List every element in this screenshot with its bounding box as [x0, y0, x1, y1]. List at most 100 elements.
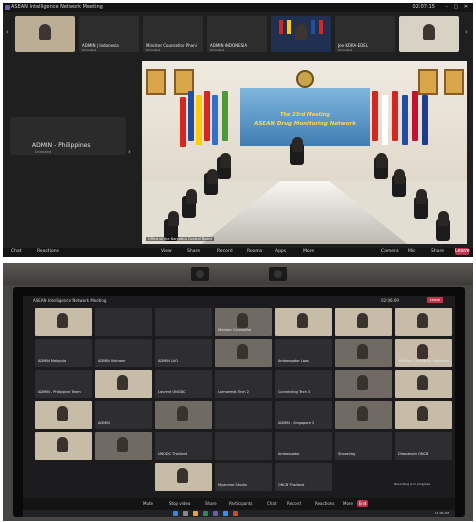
teams-app-icon[interactable] [213, 511, 218, 516]
attendee [207, 169, 218, 184]
toolbar-item-rooms[interactable]: Rooms [247, 249, 262, 254]
participant-tile[interactable]: Joe KORA-EDEL Unmuted [335, 16, 395, 52]
participant-tile[interactable]: ONCB Thailand [275, 463, 332, 491]
participant-tile[interactable] [95, 432, 152, 460]
participant-video [117, 437, 128, 452]
toolbar-item-mute[interactable]: Mute [143, 501, 153, 506]
participant-tile[interactable]: ADMIN | Indonesia Unmuted [79, 16, 139, 52]
participant-video [237, 313, 248, 328]
participant-tile[interactable]: Ambassador [275, 432, 332, 460]
participant-video [57, 437, 68, 452]
participant-tile[interactable] [395, 308, 452, 336]
participant-video [297, 313, 308, 328]
participant-tile[interactable]: Ambassador Laos [275, 339, 332, 367]
participant-tile[interactable] [215, 432, 272, 460]
meeting-toolbar: Chat Reactions View Share Record Rooms A… [3, 248, 473, 257]
participant-tile[interactable]: Shoveling [335, 432, 392, 460]
participant-tile[interactable] [35, 401, 92, 429]
participant-tile[interactable] [35, 308, 92, 336]
toolbar-item-more[interactable]: More [343, 501, 353, 506]
flag-icon [222, 91, 228, 141]
flag-icon [196, 95, 202, 145]
participant-tile[interactable] [15, 16, 75, 52]
participant-tile[interactable]: ADMIN [95, 401, 152, 429]
participant-tile[interactable] [215, 401, 272, 429]
leave-button[interactable]: Leave [455, 248, 470, 255]
portrait-frame [418, 69, 438, 95]
participant-tile[interactable] [275, 308, 332, 336]
flag-icon [412, 91, 418, 141]
collapse-arrow-icon[interactable]: › [128, 148, 131, 156]
participant-tile[interactable] [155, 308, 212, 336]
participant-tile[interactable]: ADMIN LAO [155, 339, 212, 367]
toolbar-item-view[interactable]: View [161, 249, 172, 254]
participant-tile[interactable] [335, 401, 392, 429]
strip-prev-arrow-icon[interactable]: ‹ [6, 28, 9, 36]
participant-tile[interactable] [335, 339, 392, 367]
participant-tile[interactable] [395, 401, 452, 429]
zoom-app-icon[interactable] [223, 511, 228, 516]
toolbar-item-reactions[interactable]: Reactions [37, 249, 59, 254]
participant-tile[interactable] [155, 401, 212, 429]
participant-video [357, 406, 368, 421]
participant-tile[interactable]: UNODC Thailand [155, 432, 212, 460]
toolbar-item-video[interactable]: Stop video [169, 501, 190, 506]
participant-tile[interactable] [95, 308, 152, 336]
toolbar-item-record[interactable]: Record [287, 501, 301, 506]
toolbar-item-chat[interactable]: Chat [267, 501, 276, 506]
participant-tile[interactable] [335, 370, 392, 398]
participant-tile[interactable]: Dhanakorn ONCB [395, 432, 452, 460]
participant-tile[interactable] [215, 339, 272, 367]
participant-tile[interactable]: ADMIN INDONESIA Unmuted [207, 16, 267, 52]
flag-icon [188, 91, 194, 141]
window-controls[interactable]: – ▢ ✕ [445, 4, 470, 10]
participant-tile[interactable] [335, 308, 392, 336]
toolbar-item-apps[interactable]: Apps [275, 249, 286, 254]
toolbar-item-reactions[interactable]: Reactions [315, 501, 334, 506]
participant-tile[interactable] [271, 16, 331, 52]
powerpoint-icon[interactable] [233, 511, 238, 516]
participant-video [57, 313, 68, 328]
folder-icon[interactable] [193, 511, 198, 516]
browser-icon[interactable] [203, 511, 208, 516]
participant-tile[interactable] [95, 370, 152, 398]
toolbar-item-record[interactable]: Record [217, 249, 233, 254]
toolbar-item-more[interactable]: More [303, 249, 314, 254]
participant-tile[interactable] [155, 463, 212, 491]
leave-button[interactable]: Leave [427, 297, 443, 303]
participant-tile[interactable]: Minister Counsellor Phani Unmuted [143, 16, 203, 52]
participant-tile[interactable]: Lomweeds Tech 2 [215, 370, 272, 398]
toolbar-item-share[interactable]: Share [205, 501, 217, 506]
participant-tile[interactable]: Myanmar Studio [215, 463, 272, 491]
start-icon[interactable] [173, 511, 178, 516]
toolbar-item-share-screen[interactable]: Share [431, 249, 444, 254]
toolbar-item-share[interactable]: Share [187, 249, 200, 254]
participant-tile[interactable]: Minister Counsellor [215, 308, 272, 336]
participant-tile[interactable]: Minister Counsellor Myanmar [395, 339, 452, 367]
participant-tile[interactable]: ADMIN Vietnam [95, 339, 152, 367]
flag-icon [180, 97, 186, 147]
end-button[interactable]: End [357, 500, 368, 507]
strip-next-arrow-icon[interactable]: › [465, 28, 468, 36]
participant-video [417, 344, 428, 359]
flag-icon [279, 20, 283, 34]
toolbar-item-mic[interactable]: Mic [408, 249, 416, 254]
toolbar-item-chat[interactable]: Chat [11, 249, 22, 254]
participant-tile[interactable]: Laurent UNODC [155, 370, 212, 398]
participant-tile[interactable] [35, 432, 92, 460]
participant-name: UNODC Thailand [158, 452, 188, 456]
participant-tile[interactable]: Connecting Tech 3 [275, 370, 332, 398]
participant-tile[interactable] [399, 16, 459, 52]
participant-tile[interactable]: ADMIN - Singapore 2 [275, 401, 332, 429]
participant-tile[interactable]: ADMIN Malaysia [35, 339, 92, 367]
video-caption: Office of the Narcotics Control Board [146, 237, 215, 241]
meeting-timer: 02:06:09 [381, 298, 399, 303]
search-icon[interactable] [183, 511, 188, 516]
participant-tile[interactable]: ADMIN - Philippine Team [35, 370, 92, 398]
speaker [269, 267, 287, 281]
toolbar-item-participants[interactable]: Participants [229, 501, 253, 506]
pinned-participant-tile[interactable]: ADMIN - Philippines Unmuted [10, 117, 126, 155]
participant-name: ADMIN - Philippine Team [38, 390, 81, 394]
toolbar-item-camera[interactable]: Camera [381, 249, 399, 254]
participant-tile[interactable] [395, 370, 452, 398]
